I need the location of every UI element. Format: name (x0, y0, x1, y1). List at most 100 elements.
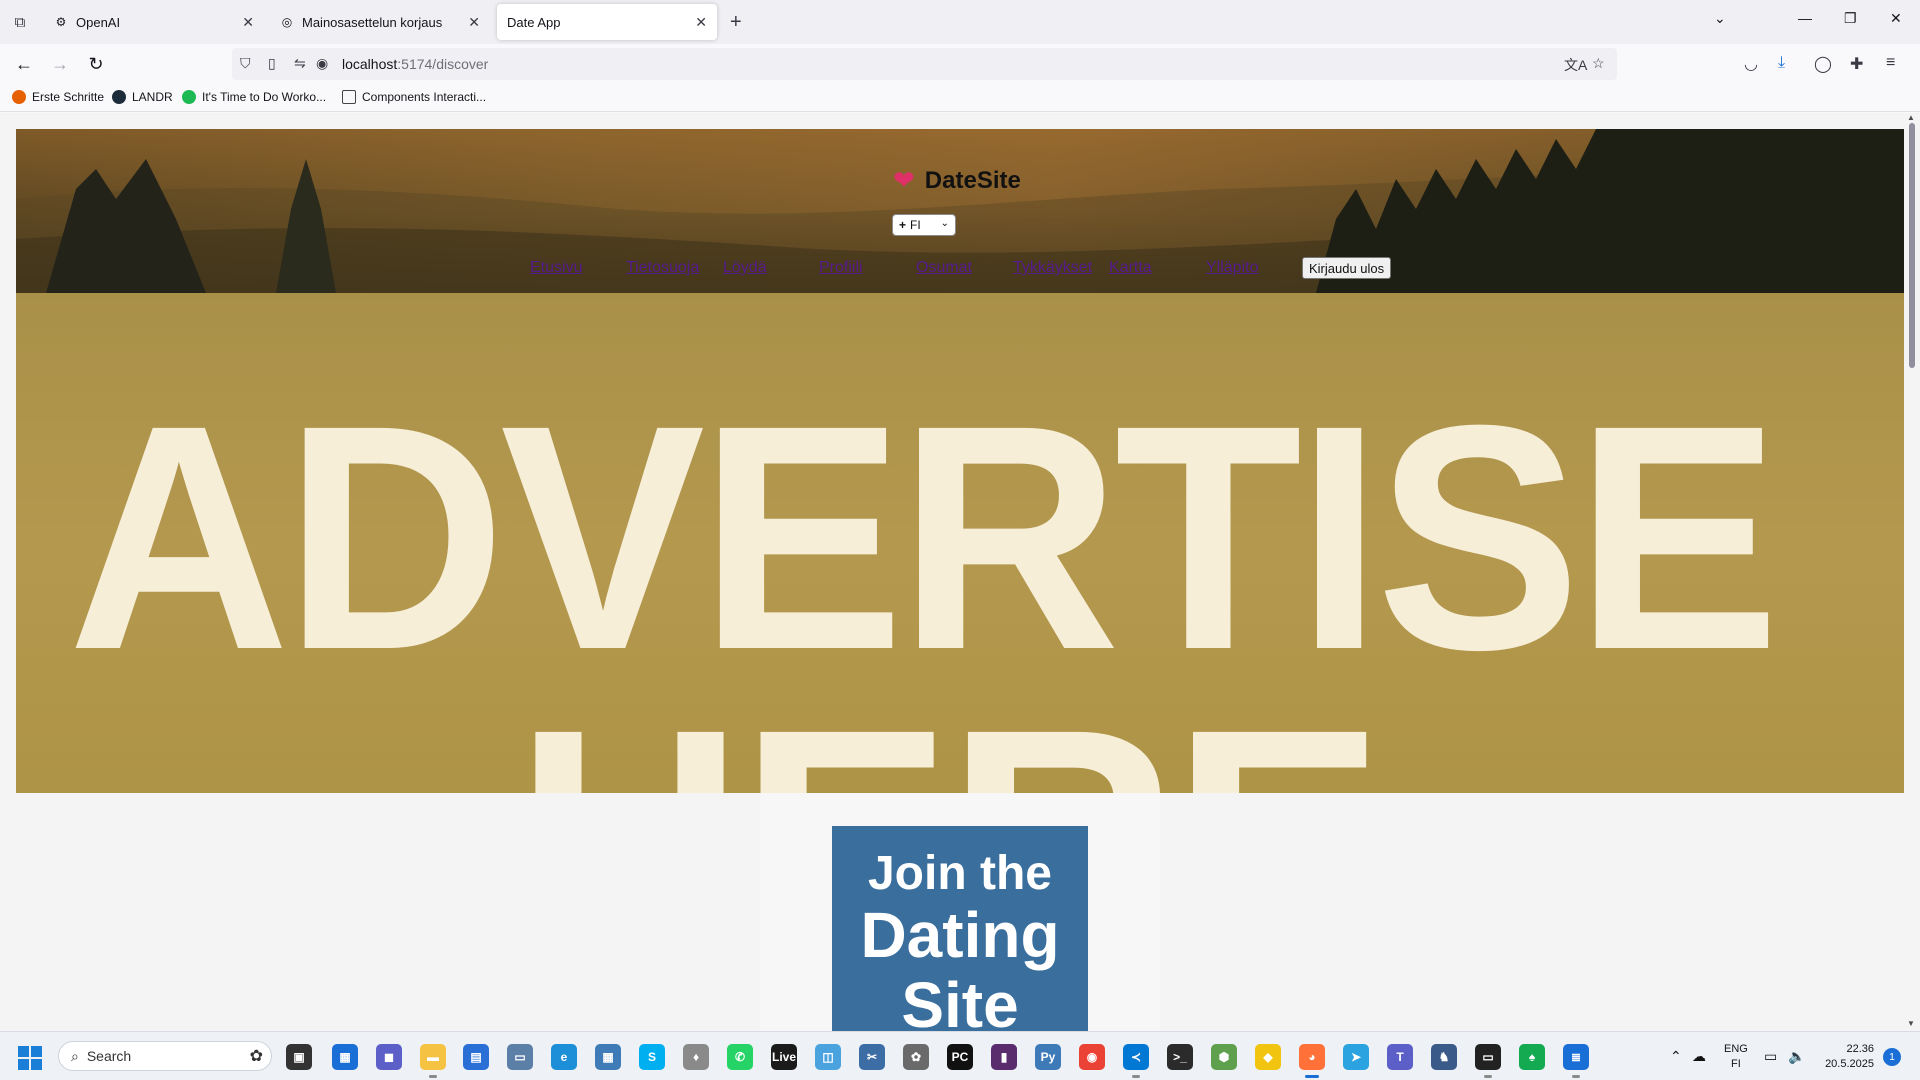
microsoft-store-icon[interactable]: ▤ (463, 1044, 489, 1070)
permissions-icon[interactable]: ⇋ (294, 55, 306, 72)
live-icon[interactable]: Live (771, 1044, 797, 1070)
scrollbar-thumb[interactable] (1909, 123, 1915, 368)
console-icon[interactable]: ▭ (1475, 1044, 1501, 1078)
language-code: ENG (1724, 1043, 1748, 1055)
teams-icon[interactable]: T (1387, 1044, 1413, 1070)
promo-card[interactable]: Join the Dating Site (832, 826, 1088, 1031)
nav-link-yllapito[interactable]: Ylläpito (1206, 259, 1258, 277)
close-icon[interactable]: ✕ (468, 14, 480, 31)
bookmark-label: LANDR (132, 90, 173, 104)
extensions-icon[interactable]: ✚ (1850, 54, 1863, 74)
advertisement-banner[interactable]: ADVERTISE HERE (16, 293, 1904, 793)
chevron-down-icon: ⌄ (940, 218, 949, 229)
tab-overflow-chevron-icon[interactable]: ⌄ (1714, 10, 1726, 27)
notification-badge[interactable]: 1 (1883, 1048, 1901, 1066)
reload-button[interactable]: ↻ (82, 52, 110, 76)
microphone-icon[interactable]: ♦ (683, 1044, 709, 1070)
input-language[interactable]: ENG FI (1724, 1042, 1748, 1072)
promo-line2: Dating (860, 899, 1060, 971)
telegram-icon[interactable]: ➤ (1343, 1044, 1369, 1070)
nodejs-icon[interactable]: ⬢ (1211, 1044, 1237, 1070)
postgres-icon[interactable]: ♞ (1431, 1044, 1457, 1070)
start-button[interactable] (18, 1046, 42, 1070)
tab-title: Date App (507, 14, 561, 30)
git-icon[interactable]: ◆ (1255, 1044, 1281, 1070)
nav-link-etusivu[interactable]: Etusivu (530, 259, 582, 277)
forward-button[interactable]: → (46, 52, 74, 76)
remote-desktop-icon[interactable]: ▭ (507, 1044, 533, 1070)
tab-date-app[interactable]: Date App ✕ (497, 4, 717, 40)
location-icon[interactable]: ◉ (316, 55, 328, 72)
terminal-icon[interactable]: >_ (1167, 1044, 1193, 1070)
url-bar[interactable]: ⛉ ▯ ⇋ ◉ localhost:5174/discover 文A ☆ (232, 48, 1617, 80)
promo-line1: Join the (867, 847, 1052, 900)
back-button[interactable]: ← (10, 52, 38, 76)
restore-button[interactable]: ❐ (1844, 10, 1857, 27)
nav-link-tietosuoja[interactable]: Tietosuoja (626, 259, 699, 277)
onedrive-icon[interactable]: ☁ (1692, 1032, 1706, 1080)
tab-list-button[interactable]: ⧉ (8, 10, 32, 34)
edge-icon[interactable]: e (551, 1044, 577, 1070)
close-icon[interactable]: ✕ (695, 14, 707, 31)
python-icon[interactable]: Py (1035, 1044, 1061, 1070)
translate-icon[interactable]: 文A (1564, 55, 1587, 75)
task-view-icon[interactable]: ▣ (286, 1044, 312, 1070)
page-scrollbar[interactable]: ▲ ▼ (1904, 113, 1920, 1031)
nav-link-profiili[interactable]: Profiili (819, 259, 863, 277)
new-tab-button[interactable]: + (730, 10, 742, 34)
clock-time: 22.36 (1846, 1043, 1874, 1055)
minimize-button[interactable]: — (1798, 10, 1812, 26)
bookmark-components[interactable]: Components Interacti... (342, 90, 486, 104)
calculator-icon[interactable]: ▦ (595, 1044, 621, 1070)
site-brand[interactable]: ❤ DateSite (893, 165, 1021, 196)
bookmark-landr[interactable]: LANDR (112, 90, 173, 104)
pycharm-icon[interactable]: PC (947, 1044, 973, 1070)
volume-icon[interactable]: 🔈 (1788, 1032, 1805, 1080)
scroll-up-icon[interactable]: ▲ (1907, 113, 1915, 122)
outlook-icon[interactable]: ◫ (815, 1044, 841, 1070)
chatgpt-icon[interactable]: ✿ (903, 1044, 929, 1070)
mongodb-icon[interactable]: ♠ (1519, 1044, 1545, 1070)
visual-studio-icon[interactable]: ▮ (991, 1044, 1017, 1070)
bookmark-star-icon[interactable]: ☆ (1592, 55, 1605, 72)
tab-openai[interactable]: ⚙ OpenAI ✕ (44, 4, 264, 40)
taskbar: ⌕ Search ✿ ▣ ▦ ◼ ▬ ▤ ▭ e ▦ S ♦ ✆ Live ◫ … (0, 1031, 1920, 1080)
close-window-button[interactable]: ✕ (1890, 10, 1902, 27)
teams-chat-icon[interactable]: ◼ (376, 1044, 402, 1070)
notepad-icon[interactable]: ≣ (1563, 1044, 1589, 1078)
whatsapp-icon[interactable]: ✆ (727, 1044, 753, 1070)
firefox-icon[interactable]: ◕ (1299, 1044, 1325, 1078)
logout-button[interactable]: Kirjaudu ulos (1302, 257, 1392, 279)
chrome-icon[interactable]: ◉ (1079, 1044, 1105, 1070)
nav-link-osumat[interactable]: Osumat (916, 259, 972, 277)
bookmark-label: Components Interacti... (362, 90, 487, 104)
nav-link-tykkaykset[interactable]: Tykkäykset (1013, 259, 1092, 277)
vscode-icon[interactable]: ≺ (1123, 1044, 1149, 1078)
skype-icon[interactable]: S (639, 1044, 665, 1070)
screen-capture-icon[interactable]: ✂ (859, 1044, 885, 1070)
tray-overflow-chevron-icon[interactable]: ⌃ (1670, 1032, 1682, 1080)
nav-link-loyda[interactable]: Löydä (723, 259, 767, 277)
language-select[interactable]: + FI ⌄ (892, 214, 956, 236)
tab-mainosasettelun[interactable]: ◎ Mainosasettelun korjaus ✕ (270, 4, 490, 40)
scroll-down-icon[interactable]: ▼ (1907, 1019, 1915, 1028)
bookmark-erste-schritte[interactable]: Erste Schritte (12, 90, 104, 104)
site-header: ❤ DateSite + FI ⌄ Etusivu Tietosuoja Löy… (16, 129, 1904, 293)
widgets-icon[interactable]: ▦ (332, 1044, 358, 1070)
nav-link-kartta[interactable]: Kartta (1109, 259, 1152, 277)
network-icon[interactable]: ▭ (1764, 1032, 1777, 1080)
menu-icon[interactable]: ≡ (1886, 54, 1895, 72)
download-icon[interactable]: ⤓ (1778, 54, 1785, 72)
language-value: FI (910, 218, 921, 232)
taskbar-search[interactable]: ⌕ Search ✿ (58, 1041, 272, 1071)
file-explorer-icon[interactable]: ▬ (420, 1044, 446, 1078)
account-icon[interactable]: ◯ (1814, 54, 1832, 74)
page-viewport: ❤ DateSite + FI ⌄ Etusivu Tietosuoja Löy… (0, 113, 1920, 1031)
url-text[interactable]: localhost:5174/discover (342, 56, 488, 72)
system-clock[interactable]: 22.36 20.5.2025 (1818, 1042, 1874, 1072)
shield-icon[interactable]: ⛉ (240, 55, 251, 72)
close-icon[interactable]: ✕ (242, 14, 254, 31)
pocket-icon[interactable]: ◡ (1744, 54, 1758, 74)
promo-line3: Site (901, 969, 1019, 1031)
bookmark-workout[interactable]: It's Time to Do Worko... (182, 90, 326, 104)
